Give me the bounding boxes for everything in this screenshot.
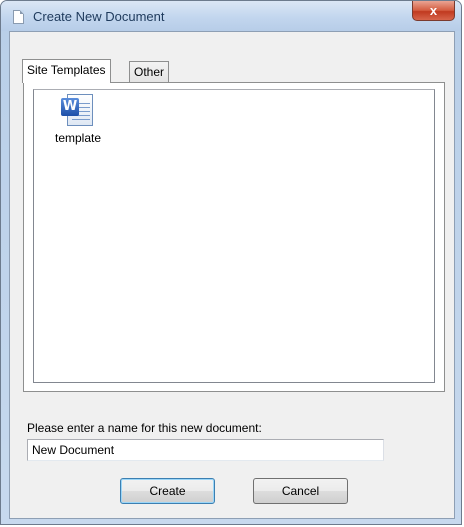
tab-other[interactable]: Other (129, 61, 170, 83)
title-bar[interactable]: Create New Document x (1, 1, 461, 31)
cancel-button[interactable]: Cancel (253, 478, 348, 504)
dialog-window: Create New Document x Site Templates Oth… (0, 0, 462, 525)
name-prompt-label: Please enter a name for this new documen… (27, 421, 262, 435)
document-name-input[interactable] (27, 439, 384, 461)
create-button[interactable]: Create (120, 478, 215, 504)
dialog-body: Site Templates Other W template Please e… (9, 31, 455, 519)
list-item-template[interactable]: W template (42, 92, 114, 154)
word-document-icon: W (61, 92, 95, 128)
tab-site-templates[interactable]: Site Templates (22, 59, 111, 83)
template-label: template (54, 131, 102, 145)
tab-panel: W template (23, 82, 445, 392)
close-button[interactable]: x (412, 1, 455, 21)
window-title: Create New Document (33, 9, 165, 24)
document-icon (13, 10, 24, 24)
template-list[interactable]: W template (33, 89, 435, 383)
